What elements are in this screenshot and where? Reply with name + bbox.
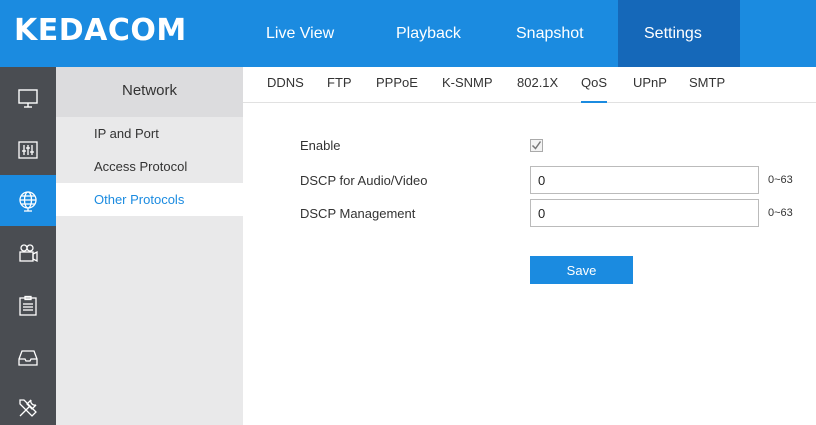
rail-item-maintenance[interactable] [0,382,56,425]
clipboard-list-icon [19,295,37,316]
tab-playback[interactable]: Playback [374,0,496,67]
enable-label: Enable [300,138,341,153]
enable-checkbox[interactable] [530,139,543,152]
dscp-av-label: DSCP for Audio/Video [300,173,428,188]
brand-logo: KEDACOM [14,13,187,48]
dscp-mgmt-range: 0~63 [768,207,793,219]
top-bar: KEDACOM Live View Playback Snapshot Sett… [0,0,816,67]
submenu-item-access-protocol[interactable]: Access Protocol [56,150,243,183]
tab-settings[interactable]: Settings [618,0,740,67]
rail-item-camera[interactable] [0,227,56,278]
tab-live-view[interactable]: Live View [246,0,374,67]
save-button[interactable]: Save [530,256,633,284]
tab-upnp[interactable]: UPnP [633,67,667,103]
protocol-tabs: DDNS FTP PPPoE K-SNMP 802.1X QoS UPnP SM… [243,67,816,103]
storage-tray-icon [18,349,38,366]
submenu-item-ip-and-port[interactable]: IP and Port [56,117,243,150]
sub-menu: Network IP and Port Access Protocol Othe… [56,67,243,425]
rail-item-system[interactable] [0,124,56,175]
tab-802-1x[interactable]: 802.1X [517,67,558,103]
checkmark-icon [531,141,542,150]
tab-smtp[interactable]: SMTP [689,67,725,103]
dscp-mgmt-input[interactable] [530,199,759,227]
rail-item-local[interactable] [0,72,56,123]
dscp-av-range: 0~63 [768,174,793,186]
dscp-av-input[interactable] [530,166,759,194]
rail-item-network[interactable] [0,175,56,226]
tab-snapshot[interactable]: Snapshot [496,0,618,67]
rail-item-event[interactable] [0,280,56,331]
top-nav: Live View Playback Snapshot Settings [246,0,740,67]
tab-pppoe[interactable]: PPPoE [376,67,418,103]
submenu-title: Network [56,67,243,117]
tab-k-snmp[interactable]: K-SNMP [442,67,493,103]
icon-rail [0,67,56,425]
globe-network-icon [19,190,37,212]
monitor-icon [18,88,38,108]
dscp-mgmt-label: DSCP Management [300,206,416,221]
tab-ddns[interactable]: DDNS [267,67,304,103]
tools-icon [19,398,37,417]
camera-icon [19,243,38,262]
submenu-item-other-protocols[interactable]: Other Protocols [56,183,243,216]
equalizer-icon [18,140,38,159]
tab-ftp[interactable]: FTP [327,67,352,103]
tab-qos[interactable]: QoS [581,67,608,103]
rail-item-storage[interactable] [0,332,56,383]
